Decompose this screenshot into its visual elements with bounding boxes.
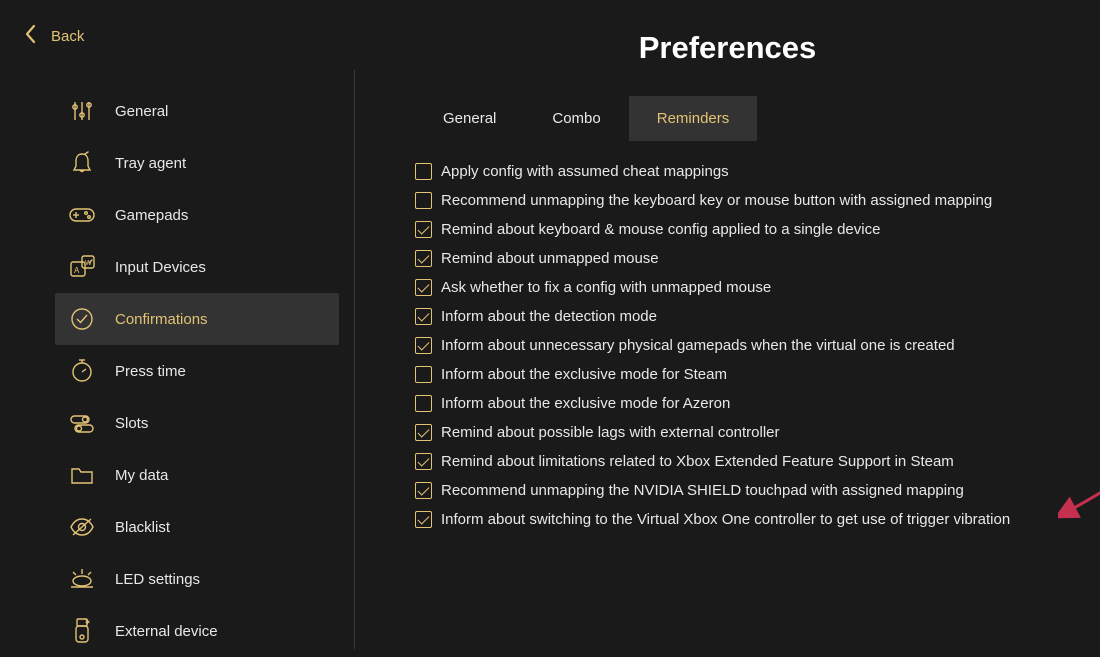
sidebar-item-label: Tray agent xyxy=(115,155,186,172)
reminder-label: Apply config with assumed cheat mappings xyxy=(441,163,729,180)
reminder-label: Inform about the detection mode xyxy=(441,308,657,325)
reminder-label: Inform about the exclusive mode for Stea… xyxy=(441,366,727,383)
reminder-label: Recommend unmapping the NVIDIA SHIELD to… xyxy=(441,482,964,499)
sidebar-item-label: My data xyxy=(115,467,168,484)
page-title: Preferences xyxy=(355,30,1100,66)
slots-icon xyxy=(67,408,97,438)
sidebar-item-press-time[interactable]: Press time xyxy=(55,345,339,397)
reminder-checkbox[interactable] xyxy=(415,221,432,238)
sidebar-item-blacklist[interactable]: Blacklist xyxy=(55,501,339,553)
reminder-row: Inform about unnecessary physical gamepa… xyxy=(415,337,1070,354)
reminder-label: Recommend unmapping the keyboard key or … xyxy=(441,192,992,209)
sidebar-item-tray-agent[interactable]: Tray agent xyxy=(55,137,339,189)
reminder-label: Inform about switching to the Virtual Xb… xyxy=(441,511,1010,528)
reminder-label: Remind about unmapped mouse xyxy=(441,250,659,267)
reminder-label: Remind about limitations related to Xbox… xyxy=(441,453,954,470)
sidebar-item-general[interactable]: General xyxy=(55,85,339,137)
svg-text:✱: ✱ xyxy=(85,619,90,626)
reminder-row: Inform about switching to the Virtual Xb… xyxy=(415,511,1070,528)
sidebar-item-label: Input Devices xyxy=(115,259,206,276)
reminder-checkbox[interactable] xyxy=(415,308,432,325)
reminder-row: Recommend unmapping the NVIDIA SHIELD to… xyxy=(415,482,1070,499)
reminder-row: Inform about the detection mode xyxy=(415,308,1070,325)
chevron-left-icon xyxy=(24,24,37,48)
reminder-row: Remind about keyboard & mouse config app… xyxy=(415,221,1070,238)
sidebar: General Tray agent Gamepads AW Input Devices… xyxy=(0,70,355,649)
sidebar-item-gamepads[interactable]: Gamepads xyxy=(55,189,339,241)
eye-off-icon xyxy=(67,512,97,542)
stopwatch-icon xyxy=(67,356,97,386)
reminder-row: Inform about the exclusive mode for Stea… xyxy=(415,366,1070,383)
reminder-checkbox[interactable] xyxy=(415,395,432,412)
reminder-label: Remind about possible lags with external… xyxy=(441,424,780,441)
sidebar-item-label: External device xyxy=(115,623,218,640)
sidebar-item-external-device[interactable]: ✱ External device xyxy=(55,605,339,657)
reminder-row: Remind about possible lags with external… xyxy=(415,424,1070,441)
back-label: Back xyxy=(51,28,84,45)
main-content: Preferences GeneralComboReminders Apply … xyxy=(355,70,1100,649)
reminder-checkbox[interactable] xyxy=(415,250,432,267)
sidebar-item-input-devices[interactable]: AW Input Devices xyxy=(55,241,339,293)
usb-icon: ✱ xyxy=(67,616,97,646)
reminder-row: Apply config with assumed cheat mappings xyxy=(415,163,1070,180)
sidebar-item-my-data[interactable]: My data xyxy=(55,449,339,501)
sliders-icon xyxy=(67,96,97,126)
reminder-checkbox[interactable] xyxy=(415,511,432,528)
reminder-row: Recommend unmapping the keyboard key or … xyxy=(415,192,1070,209)
reminder-checkbox[interactable] xyxy=(415,163,432,180)
reminder-row: Inform about the exclusive mode for Azer… xyxy=(415,395,1070,412)
sidebar-item-label: Press time xyxy=(115,363,186,380)
sidebar-item-label: Gamepads xyxy=(115,207,188,224)
reminder-row: Remind about limitations related to Xbox… xyxy=(415,453,1070,470)
sidebar-item-label: Confirmations xyxy=(115,311,208,328)
reminder-row: Remind about unmapped mouse xyxy=(415,250,1070,267)
led-icon xyxy=(67,564,97,594)
bell-icon xyxy=(67,148,97,178)
sidebar-item-label: Blacklist xyxy=(115,519,170,536)
folder-icon xyxy=(67,460,97,490)
reminder-checkbox[interactable] xyxy=(415,453,432,470)
sidebar-item-confirmations[interactable]: Confirmations xyxy=(55,293,339,345)
sidebar-item-label: General xyxy=(115,103,168,120)
reminder-checkbox[interactable] xyxy=(415,192,432,209)
svg-text:A: A xyxy=(74,266,80,275)
sidebar-item-slots[interactable]: Slots xyxy=(55,397,339,449)
tab-reminders[interactable]: Reminders xyxy=(629,96,758,141)
reminder-label: Inform about unnecessary physical gamepa… xyxy=(441,337,955,354)
gamepad-icon xyxy=(67,200,97,230)
sidebar-item-label: LED settings xyxy=(115,571,200,588)
reminder-label: Ask whether to fix a config with unmappe… xyxy=(441,279,771,296)
tabs: GeneralComboReminders xyxy=(415,96,1070,141)
sidebar-item-led-settings[interactable]: LED settings xyxy=(55,553,339,605)
reminder-checkbox[interactable] xyxy=(415,482,432,499)
reminder-label: Inform about the exclusive mode for Azer… xyxy=(441,395,730,412)
reminder-row: Ask whether to fix a config with unmappe… xyxy=(415,279,1070,296)
reminder-checkbox[interactable] xyxy=(415,337,432,354)
input-device-icon: AW xyxy=(67,252,97,282)
reminder-checkbox[interactable] xyxy=(415,424,432,441)
sidebar-item-label: Slots xyxy=(115,415,148,432)
reminders-list: Apply config with assumed cheat mappings… xyxy=(415,163,1070,528)
back-button[interactable]: Back xyxy=(24,24,84,48)
reminder-label: Remind about keyboard & mouse config app… xyxy=(441,221,880,238)
reminder-checkbox[interactable] xyxy=(415,279,432,296)
reminder-checkbox[interactable] xyxy=(415,366,432,383)
tab-general[interactable]: General xyxy=(415,96,524,141)
check-circle-icon xyxy=(67,304,97,334)
tab-combo[interactable]: Combo xyxy=(524,96,628,141)
